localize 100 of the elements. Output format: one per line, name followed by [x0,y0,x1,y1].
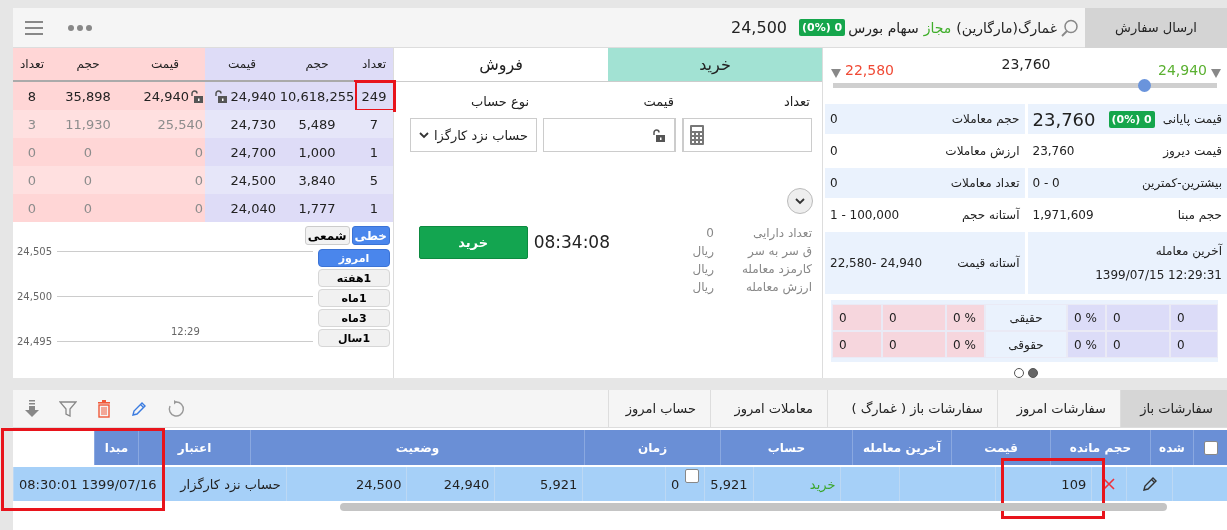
price-value: 24,500 [230,172,276,188]
table-cell: 1 [355,138,393,166]
scrollbar-thumb[interactable] [340,503,1167,511]
table-cell: 24,500 [285,467,407,501]
axis-label: 24,500 [16,291,53,302]
detail-value: ریال [691,280,715,294]
more-icon[interactable] [68,24,92,31]
column-header: حجم [51,48,125,80]
table-cell: 10,618,255 [279,82,355,110]
column-header: زمان [584,430,720,465]
price-field[interactable] [543,118,676,152]
stat-label: قیمت پایانی [1162,112,1222,126]
column-header: قیمت [205,48,279,80]
pencil-icon[interactable] [1141,476,1158,492]
table-cell: حقوقی [985,331,1067,358]
unlocked-padlock-icon[interactable] [652,128,665,142]
period-button[interactable]: 1ماه [318,289,390,307]
column-header: حساب [720,430,852,465]
table-cell: 5,921 [703,467,753,501]
table-cell: 35,898 [51,82,125,110]
stat-value: 22,580- 24,940 [830,256,923,270]
price-value: 0 [194,144,203,160]
filter-icon[interactable] [59,400,77,417]
column-header: قیمت [951,430,1050,465]
stat-value: 1399/07/15 12:29:31 [1095,268,1222,282]
table-cell: 0 [882,304,946,331]
chart-type-button[interactable]: خطی [351,226,390,245]
close-icon[interactable] [1103,478,1116,490]
price-value: 0 [194,200,203,216]
column-header: اعتبار [138,430,250,465]
detail-value: ریال [691,244,715,258]
table-cell: 0 [832,331,882,358]
account-select[interactable]: حساب نزد کارگزا [410,118,537,152]
chevron-down-icon[interactable] [419,131,429,139]
stat-label: ارزش معاملات [945,144,1020,158]
table-cell: 1,777 [279,194,355,222]
search-icon[interactable] [1061,18,1079,37]
table-cell: 0 [51,166,125,194]
axis-label: 12:29 [171,326,200,337]
detail-label: کارمزد معامله [740,262,812,276]
price-value: 24,040 [230,200,276,216]
min-price: 22,580 [845,62,894,78]
period-button[interactable]: 1سال [318,329,390,347]
pager-dot[interactable] [1028,368,1038,378]
period-button[interactable]: 3ماه [318,309,390,327]
symbol-status: مجاز [923,19,952,36]
period-button[interactable]: امروز [318,249,390,267]
column-header: شده [1150,430,1193,465]
detail-label: ق سر به سر [746,244,812,258]
table-cell: 1 [355,194,393,222]
period-button[interactable]: 1هفته [318,269,390,287]
table-cell: 0 [1170,304,1218,331]
chart-type-button[interactable]: شمعی [304,226,350,245]
checkbox[interactable] [1203,440,1218,455]
table-cell: 0 [1106,304,1170,331]
calculator-icon[interactable] [689,125,704,145]
table-cell: 0 [832,304,882,331]
detail-value: 0 [705,226,715,240]
column-header: قیمت [125,48,205,80]
table-cell: 8 [13,82,51,110]
table-cell: 0 [13,138,51,166]
table-cell: 3 [13,110,51,138]
table-cell: 0 [670,477,680,492]
refresh-icon[interactable] [167,399,185,418]
chevron-down-icon[interactable] [795,197,805,205]
download-icon[interactable] [25,399,39,418]
orders-tab[interactable]: سفارشات باز [1120,390,1227,427]
expand-button[interactable] [787,188,813,214]
stat-value: 0 [830,112,838,126]
price-value: 24,940 [143,88,189,104]
price-value: 25,540 [157,116,203,132]
slider-thumb[interactable] [1138,79,1152,92]
send-order-button[interactable]: ارسال سفارش [1085,7,1227,48]
axis-label: 24,505 [16,246,53,257]
stat-label: آخرین معامله [1155,244,1222,258]
detail-label: ارزش معامله [744,280,812,294]
table-cell: 0 [13,194,51,222]
table-cell: 0 % [1067,331,1106,358]
price-value: 0 [194,172,203,188]
pencil-icon[interactable] [131,400,147,417]
triangle-down-icon[interactable] [831,69,841,78]
triangle-down-icon[interactable] [1211,69,1221,78]
table-cell: 24,940 [406,467,495,501]
pager-dot[interactable] [1014,368,1024,378]
trash-icon[interactable] [97,399,111,418]
price-value: 24,700 [230,144,276,160]
table-cell: 0 [51,194,125,222]
table-cell: خرید [752,467,841,501]
table-cell: 1,000 [279,138,355,166]
field-label: قیمت [642,94,675,109]
side-tab[interactable]: خرید [608,48,822,81]
menu-icon[interactable] [25,20,43,35]
price-value: 24,940 [230,88,276,104]
reference-price: 23,760 [1000,56,1052,72]
quantity-field[interactable] [682,118,812,152]
checkbox[interactable] [684,469,699,483]
table-cell: 0 [51,138,125,166]
table-cell: 0 [882,331,946,358]
change-badge: 0 (0%) [799,19,846,36]
table-cell: 249 [355,82,393,110]
